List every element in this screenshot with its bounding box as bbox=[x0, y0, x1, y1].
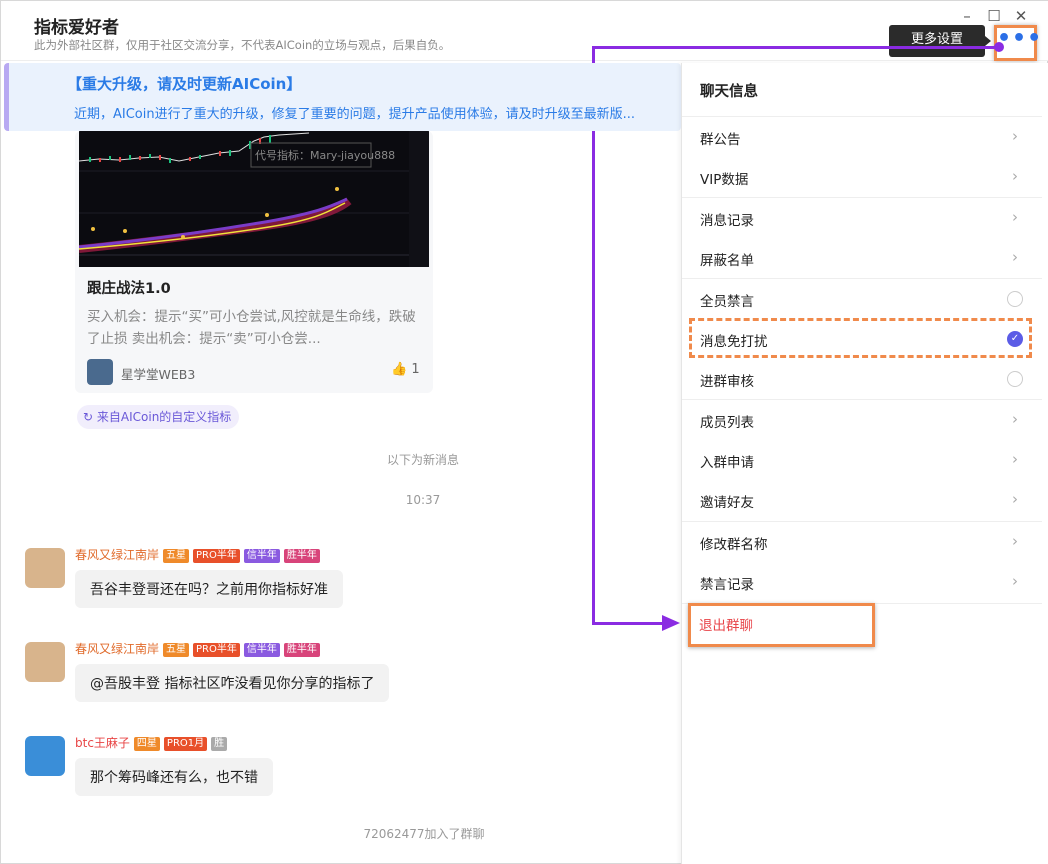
level-badge: 五星 bbox=[163, 548, 190, 563]
menu-item-label: 邀请好友 bbox=[700, 495, 754, 511]
menu-item-block-list[interactable]: 屏蔽名单 › bbox=[682, 238, 1042, 278]
menu-item-label: 入群申请 bbox=[700, 455, 754, 471]
maximize-button[interactable]: ☐ bbox=[985, 7, 1003, 25]
banner-title: 【重大升级，请及时更新AICoin】 bbox=[67, 75, 302, 93]
win-badge: 胜 bbox=[211, 736, 228, 751]
user-avatar[interactable] bbox=[25, 548, 65, 588]
indicator-source-chip[interactable]: ↻ 来自AICoin的自定义指标 bbox=[77, 405, 240, 429]
user-avatar[interactable] bbox=[25, 642, 65, 682]
upgrade-banner[interactable]: 【重大升级，请及时更新AICoin】 近期，AICoin进行了重大的升级，修复了… bbox=[4, 63, 681, 131]
menu-item-label: 禁言记录 bbox=[700, 577, 754, 593]
panel-title: 聊天信息 bbox=[700, 84, 758, 100]
menu-item-label: VIP数据 bbox=[700, 172, 749, 188]
user-avatar[interactable] bbox=[25, 736, 65, 776]
sender-name-text: 春风又绿江南岸 bbox=[75, 548, 160, 562]
menu-item-label: 全员禁言 bbox=[700, 294, 754, 310]
sender-name[interactable]: 春风又绿江南岸 五星 PRO半年 信半年 胜半年 bbox=[75, 640, 320, 657]
group-disclaimer: 此为外部社区群，仅用于社区交流分享，不代表AICoin的立场与观点，后果自负。 bbox=[34, 38, 451, 52]
chevron-right-icon: › bbox=[1012, 248, 1018, 266]
annotation-arrow-top bbox=[593, 46, 999, 49]
sender-name[interactable]: 春风又绿江南岸 五星 PRO半年 信半年 胜半年 bbox=[75, 546, 320, 563]
chevron-right-icon: › bbox=[1012, 208, 1018, 226]
menu-item-mute-all[interactable]: 全员禁言 bbox=[682, 279, 1042, 319]
annotation-arrow-vertical bbox=[592, 46, 595, 624]
indicator-chart-image: 代号指标：Mary-jiayou888 bbox=[79, 131, 429, 267]
svg-text:代号指标：Mary-jiayou888: 代号指标：Mary-jiayou888 bbox=[255, 148, 395, 162]
source-label: 来自AICoin的自定义指标 bbox=[96, 410, 232, 424]
message-bubble[interactable]: 吾谷丰登哥还在吗？之前用你指标好准 bbox=[75, 570, 343, 608]
chevron-right-icon: › bbox=[1012, 572, 1018, 590]
pro-badge: PRO1月 bbox=[163, 736, 208, 751]
menu-item-label: 修改群名称 bbox=[700, 537, 768, 553]
menu-item-vip-data[interactable]: VIP数据 › bbox=[682, 157, 1042, 197]
annotation-arrow-dot bbox=[994, 42, 1004, 52]
indicator-card[interactable]: 代号指标：Mary-jiayou888 跟庄战法1.0 买入机会：提示“买”可小… bbox=[75, 131, 433, 393]
trust-badge: 信半年 bbox=[243, 548, 280, 563]
group-title: 指标爱好者 bbox=[34, 18, 119, 38]
menu-item-label: 屏蔽名单 bbox=[700, 253, 754, 269]
win-badge: 胜半年 bbox=[283, 642, 320, 657]
chevron-right-icon: › bbox=[1012, 127, 1018, 145]
indicator-description: 买入机会：提示“买”可小仓尝试,风控就是生命线，跌破了止损 卖出机会：提示“卖”… bbox=[87, 309, 416, 347]
menu-item-label: 消息记录 bbox=[700, 213, 754, 229]
chevron-right-icon: › bbox=[1012, 450, 1018, 468]
sender-name[interactable]: btc王麻子 四星 PRO1月胜 bbox=[75, 734, 228, 751]
menu-item-label: 群公告 bbox=[700, 132, 741, 148]
level-badge: 四星 bbox=[133, 736, 160, 751]
message-bubble[interactable]: 那个筹码峰还有么，也不错 bbox=[75, 758, 273, 796]
menu-item-invite-friends[interactable]: 邀请好友 › bbox=[682, 480, 1042, 520]
menu-item-announcement[interactable]: 群公告 › bbox=[682, 117, 1042, 157]
menu-item-member-list[interactable]: 成员列表 › bbox=[682, 400, 1042, 440]
win-badge: 胜半年 bbox=[283, 548, 320, 563]
annotation-arrow-head bbox=[662, 615, 680, 631]
indicator-title: 跟庄战法1.0 bbox=[87, 281, 171, 297]
like-count: 1 bbox=[411, 362, 420, 377]
chevron-right-icon: › bbox=[1012, 490, 1018, 508]
menu-item-rename-group[interactable]: 修改群名称 › bbox=[682, 522, 1042, 562]
author-name[interactable]: 星学堂WEB3 bbox=[121, 364, 195, 383]
sender-name-text: 春风又绿江南岸 bbox=[75, 642, 160, 656]
author-avatar[interactable] bbox=[87, 359, 113, 385]
highlight-dnd-annotation bbox=[689, 318, 1032, 358]
like-button[interactable]: 👍 1 bbox=[391, 362, 420, 377]
thumbs-up-icon: 👍 bbox=[391, 362, 408, 377]
sender-name-text: btc王麻子 bbox=[75, 736, 130, 750]
minimize-button[interactable]: – bbox=[958, 7, 976, 25]
level-badge: 五星 bbox=[163, 642, 190, 657]
chevron-right-icon: › bbox=[1012, 532, 1018, 550]
chevron-right-icon: › bbox=[1012, 410, 1018, 428]
pro-badge: PRO半年 bbox=[193, 548, 240, 563]
more-settings-tooltip: 更多设置 bbox=[889, 25, 991, 57]
chat-info-panel: 聊天信息 群公告 › VIP数据 › 消息记录 › 屏蔽名单 › 全员禁言 消息免打扰 ✓… bbox=[681, 63, 1048, 864]
message-bubble[interactable]: @吾股丰登 指标社区咋没看见你分享的指标了 bbox=[75, 664, 390, 702]
menu-item-label: 进群审核 bbox=[700, 374, 754, 390]
timestamp: 10:37 bbox=[405, 493, 441, 507]
trust-badge: 信半年 bbox=[243, 642, 280, 657]
menu-item-label: 成员列表 bbox=[700, 415, 754, 431]
toggle-radio[interactable] bbox=[1007, 371, 1023, 387]
chart-thumbnail: 代号指标：Mary-jiayou888 bbox=[79, 131, 429, 267]
annotation-arrow-bottom bbox=[592, 622, 664, 625]
banner-body: 近期，AICoin进行了重大的升级，修复了重要的问题，提升产品使用体验，请及时升… bbox=[74, 107, 636, 122]
menu-item-mute-records[interactable]: 禁言记录 › bbox=[682, 562, 1042, 602]
refresh-icon: ↻ bbox=[83, 410, 94, 424]
menu-item-join-requests[interactable]: 入群申请 › bbox=[682, 440, 1042, 480]
chevron-right-icon: › bbox=[1012, 167, 1018, 185]
close-button[interactable]: ✕ bbox=[1012, 7, 1030, 25]
member-joined-notice: 72062477加入了群聊 bbox=[363, 827, 485, 841]
chat-window: 指标爱好者 此为外部社区群，仅用于社区交流分享，不代表AICoin的立场与观点，… bbox=[0, 0, 1048, 864]
exit-group-button[interactable]: 退出群聊 bbox=[699, 614, 753, 634]
pro-badge: PRO半年 bbox=[193, 642, 240, 657]
new-messages-divider: 以下为新消息 bbox=[386, 453, 459, 467]
toggle-radio[interactable] bbox=[1007, 291, 1023, 307]
menu-item-join-review[interactable]: 进群审核 bbox=[682, 359, 1042, 399]
menu-item-message-history[interactable]: 消息记录 › bbox=[682, 198, 1042, 238]
